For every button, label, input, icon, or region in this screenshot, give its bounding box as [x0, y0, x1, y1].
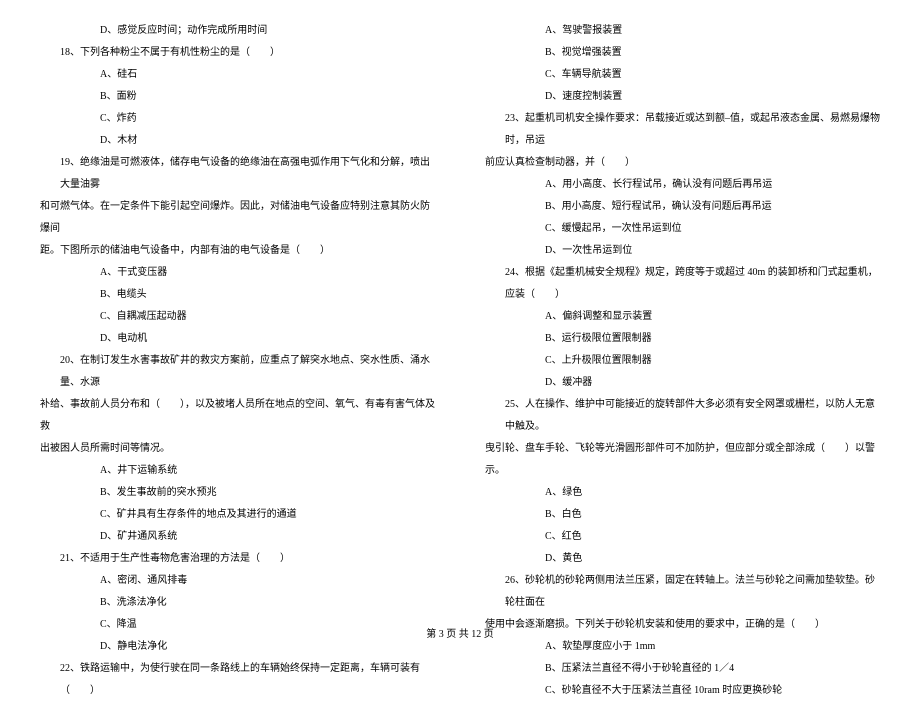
q20-text-line2: 补给、事故前人员分布和（ ），以及被堵人员所在地点的空间、氧气、有毒有害气体及救 [40, 394, 435, 438]
q25-option-a: A、绿色 [485, 482, 880, 504]
q19-option-b: B、电缆头 [40, 284, 435, 306]
q22-option-b: B、视觉增强装置 [485, 42, 880, 64]
right-column: A、驾驶警报装置 B、视觉增强装置 C、车辆导航装置 D、速度控制装置 23、起… [460, 20, 880, 590]
q19-option-d: D、电动机 [40, 328, 435, 350]
q24-option-a: A、偏斜调整和显示装置 [485, 306, 880, 328]
q19-text-line3: 距。下图所示的储油电气设备中，内部有油的电气设备是（ ） [40, 240, 435, 262]
q17-option-d: D、感觉反应时间；动作完成所用时间 [40, 20, 435, 42]
q19-text-line2: 和可燃气体。在一定条件下能引起空间爆炸。因此，对储油电气设备应特别注意其防火防爆… [40, 196, 435, 240]
q25-text-line2: 曳引轮、盘车手轮、飞轮等光滑圆形部件可不加防护，但应部分或全部涂成（ ）以警示。 [485, 438, 880, 482]
q24-option-c: C、上升极限位置限制器 [485, 350, 880, 372]
q25-option-d: D、黄色 [485, 548, 880, 570]
q19-text-line1: 19、绝缘油是可燃液体，储存电气设备的绝缘油在高强电弧作用下气化和分解，喷出大量… [40, 152, 435, 196]
q25-text-line1: 25、人在操作、维护中可能接近的旋转部件大多必须有安全网罩或栅栏，以防人无意中触… [485, 394, 880, 438]
q20-text-line1: 20、在制订发生水害事故矿井的救灾方案前，应重点了解突水地点、突水性质、涌水量、… [40, 350, 435, 394]
q18-option-c: C、炸药 [40, 108, 435, 130]
q18-option-a: A、硅石 [40, 64, 435, 86]
q22-text: 22、铁路运输中，为使行驶在同一条路线上的车辆始终保持一定距离，车辆可装有（ ） [40, 658, 435, 702]
q21-option-a: A、密闭、通风排毒 [40, 570, 435, 592]
left-column: D、感觉反应时间；动作完成所用时间 18、下列各种粉尘不属于有机性粉尘的是（ ）… [40, 20, 460, 590]
q23-text-line2: 前应认真检查制动器，并（ ） [485, 152, 880, 174]
q20-text-line3: 出被困人员所需时间等情况。 [40, 438, 435, 460]
q25-option-b: B、白色 [485, 504, 880, 526]
q26-option-c: C、砂轮直径不大于压紧法兰直径 10ram 时应更换砂轮 [485, 680, 880, 702]
q23-option-b: B、用小高度、短行程试吊，确认没有问题后再吊运 [485, 196, 880, 218]
q20-option-c: C、矿井具有生存条件的地点及其进行的通道 [40, 504, 435, 526]
q24-option-b: B、运行极限位置限制器 [485, 328, 880, 350]
q23-text-line1: 23、起重机司机安全操作要求：吊载接近或达到额–值，或起吊液态金属、易燃易爆物时… [485, 108, 880, 152]
q20-option-b: B、发生事故前的突水预兆 [40, 482, 435, 504]
q24-option-d: D、缓冲器 [485, 372, 880, 394]
q23-option-d: D、一次性吊运到位 [485, 240, 880, 262]
q20-option-a: A、井下运输系统 [40, 460, 435, 482]
q26-text-line1: 26、砂轮机的砂轮两侧用法兰压紧，固定在转轴上。法兰与砂轮之间需加垫软垫。砂轮柱… [485, 570, 880, 614]
q19-option-a: A、干式变压器 [40, 262, 435, 284]
q22-option-a: A、驾驶警报装置 [485, 20, 880, 42]
q23-option-a: A、用小高度、长行程试吊，确认没有问题后再吊运 [485, 174, 880, 196]
q26-option-b: B、压紧法兰直径不得小于砂轮直径的 1／4 [485, 658, 880, 680]
q25-option-c: C、红色 [485, 526, 880, 548]
q21-option-b: B、洗涤法净化 [40, 592, 435, 614]
q18-option-b: B、面粉 [40, 86, 435, 108]
q18-option-d: D、木材 [40, 130, 435, 152]
page-container: D、感觉反应时间；动作完成所用时间 18、下列各种粉尘不属于有机性粉尘的是（ ）… [0, 0, 920, 620]
q19-option-c: C、自耦减压起动器 [40, 306, 435, 328]
q22-option-d: D、速度控制装置 [485, 86, 880, 108]
q21-text: 21、不适用于生产性毒物危害治理的方法是（ ） [40, 548, 435, 570]
q24-text: 24、根据《起重机械安全规程》规定，跨度等于或超过 40m 的装卸桥和门式起重机… [485, 262, 880, 306]
q18-text: 18、下列各种粉尘不属于有机性粉尘的是（ ） [40, 42, 435, 64]
q20-option-d: D、矿井通风系统 [40, 526, 435, 548]
q22-option-c: C、车辆导航装置 [485, 64, 880, 86]
q23-option-c: C、缓慢起吊，一次性吊运到位 [485, 218, 880, 240]
page-footer: 第 3 页 共 12 页 [0, 625, 920, 640]
